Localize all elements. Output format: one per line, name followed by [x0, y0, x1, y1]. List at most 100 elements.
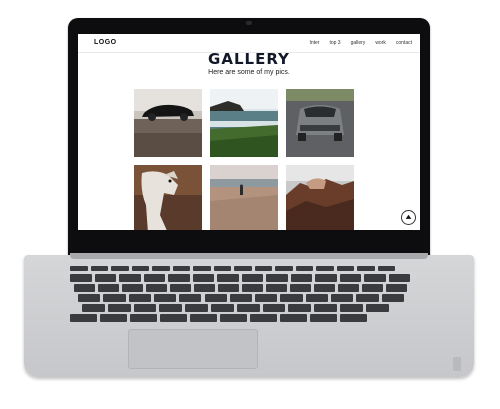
keyboard-key — [280, 314, 307, 322]
nav-links: Inter top 3 gallery work contact — [309, 40, 412, 46]
keyboard-key — [266, 284, 287, 292]
keyboard-key — [179, 294, 202, 302]
gallery-image-car-grey[interactable] — [286, 89, 354, 157]
keyboard-key — [255, 294, 278, 302]
nav-link-inter[interactable]: Inter — [309, 40, 319, 46]
keyboard-key — [70, 274, 92, 282]
keyboard-key — [229, 294, 253, 302]
keyboard-key — [338, 284, 359, 292]
keyboard-key — [241, 274, 263, 282]
keyboard-key — [242, 284, 263, 292]
keyboard-key — [119, 274, 141, 282]
keyboard-key — [280, 294, 303, 302]
keyboard-key — [250, 314, 277, 322]
keyboard-key — [211, 304, 234, 312]
keyboard-key — [133, 304, 157, 312]
keyboard-key — [170, 284, 191, 292]
keyboard-key — [98, 284, 119, 292]
keyboard-key — [266, 274, 288, 282]
keyboard-key — [220, 314, 247, 322]
webcam — [246, 21, 252, 25]
touchpad — [128, 329, 258, 369]
keyboard-key — [254, 266, 272, 271]
keyboard-key — [275, 266, 293, 271]
keyboard-key — [70, 314, 97, 322]
keyboard-key — [262, 304, 286, 312]
keyboard-key — [331, 294, 354, 302]
keyboard-key — [288, 304, 312, 312]
keyboard-key — [172, 266, 190, 271]
keyboard-key — [74, 284, 95, 292]
keyboard-key — [290, 274, 312, 282]
gallery-image-beach[interactable] — [210, 165, 278, 230]
keyboard-key — [168, 274, 190, 282]
keyboard-key — [314, 284, 335, 292]
nav-link-gallery[interactable]: gallery — [351, 40, 366, 46]
keyboard-key — [143, 274, 165, 282]
keyboard-key — [100, 314, 127, 322]
gallery-image-dog-white[interactable] — [134, 165, 202, 230]
keyboard-key — [192, 274, 214, 282]
logo[interactable]: LOGO — [94, 39, 117, 46]
keyboard-key — [315, 274, 337, 282]
keyboard-key — [160, 314, 187, 322]
keyboard-key — [365, 304, 389, 312]
gallery-image-coast[interactable] — [210, 89, 278, 157]
keyboard-key — [295, 266, 313, 271]
gallery-image-dog-rocks[interactable] — [286, 165, 354, 230]
keyboard-key — [386, 284, 407, 292]
laptop-hinge — [70, 253, 428, 259]
keyboard-key — [356, 294, 379, 302]
keyboard-key — [94, 274, 116, 282]
keyboard-key — [336, 266, 354, 271]
keyboard-key — [107, 304, 131, 312]
keyboard-key — [213, 266, 231, 271]
keyboard-key — [78, 294, 101, 302]
keyboard-key — [340, 304, 363, 312]
brand-badge — [453, 357, 461, 371]
keyboard-key — [190, 314, 217, 322]
keyboard-key — [146, 284, 167, 292]
gallery-image-car-black[interactable] — [134, 89, 202, 157]
keyboard-key — [159, 304, 183, 312]
laptop-screen: LOGO Inter top 3 gallery work contact GA… — [78, 34, 420, 230]
keyboard-key — [381, 294, 404, 302]
keyboard-key — [153, 294, 177, 302]
keyboard-key — [130, 314, 157, 322]
keyboard-key — [305, 294, 328, 302]
keyboard-key — [316, 266, 334, 271]
keyboard-key — [103, 294, 126, 302]
keyboard-key — [364, 274, 386, 282]
nav-link-contact[interactable]: contact — [396, 40, 412, 46]
keyboard — [70, 266, 438, 324]
nav-link-top3[interactable]: top 3 — [329, 40, 340, 46]
keyboard-key — [152, 266, 170, 271]
keyboard-key — [131, 266, 149, 271]
keyboard-key — [218, 284, 239, 292]
keyboard-key — [236, 304, 260, 312]
keyboard-key — [90, 266, 108, 271]
keyboard-key — [290, 284, 311, 292]
keyboard-key — [70, 266, 88, 271]
keyboard-key — [314, 304, 337, 312]
keyboard-key — [388, 274, 410, 282]
keyboard-key — [377, 266, 395, 271]
keyboard-key — [357, 266, 375, 271]
keyboard-key — [122, 284, 143, 292]
keyboard-key — [310, 314, 337, 322]
page-subtitle: Here are some of my pics. — [208, 69, 290, 76]
keyboard-key — [128, 294, 151, 302]
page-title: GALLERY — [208, 50, 290, 68]
keyboard-key — [217, 274, 239, 282]
keyboard-key — [340, 314, 367, 322]
arrow-up-icon — [405, 214, 412, 219]
keyboard-key — [82, 304, 105, 312]
keyboard-key — [185, 304, 208, 312]
keyboard-key — [234, 266, 252, 271]
keyboard-key — [339, 274, 361, 282]
nav-link-work[interactable]: work — [375, 40, 386, 46]
scroll-to-top-button[interactable] — [401, 210, 416, 225]
keyboard-key — [204, 294, 227, 302]
keyboard-key — [111, 266, 129, 271]
keyboard-key — [362, 284, 383, 292]
